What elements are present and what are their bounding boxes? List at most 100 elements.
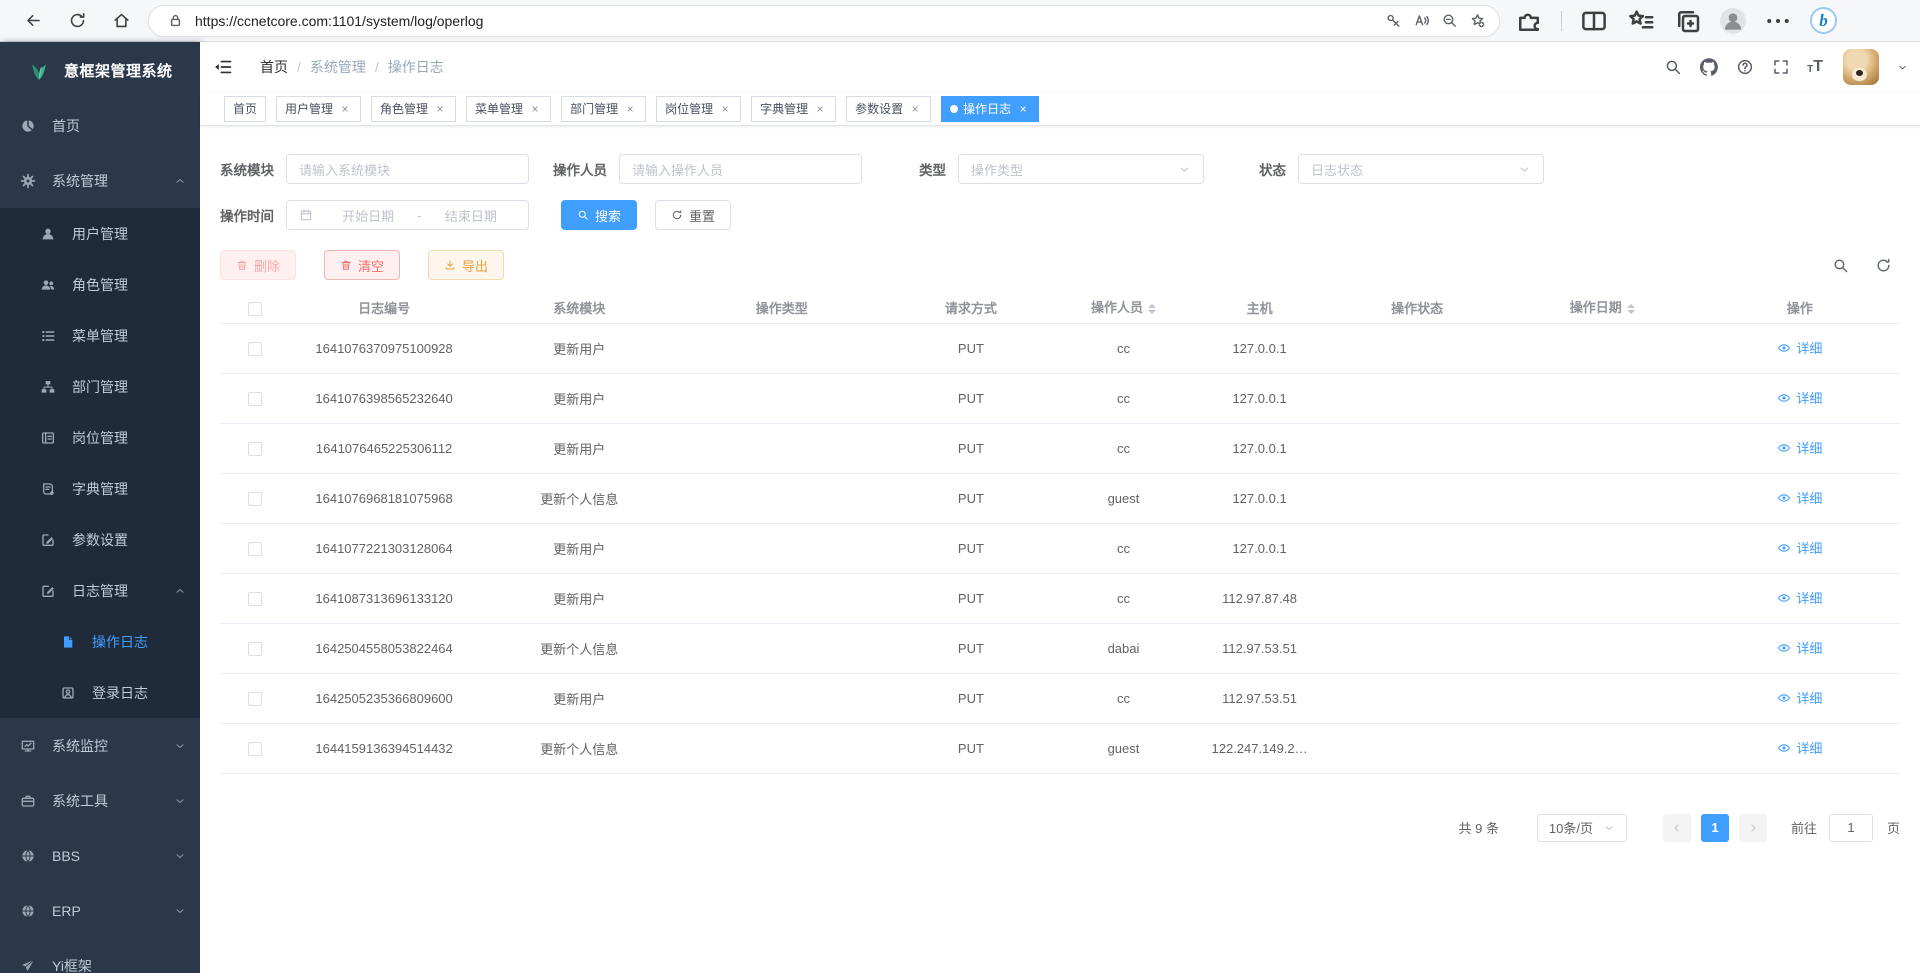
breadcrumb-item[interactable]: 首页 <box>260 57 288 77</box>
detail-link[interactable]: 详细 <box>1777 438 1822 457</box>
detail-link[interactable]: 详细 <box>1777 588 1822 607</box>
sidebar-item-monitor[interactable]: 系统监控 <box>0 718 200 773</box>
row-checkbox[interactable] <box>248 392 262 406</box>
prev-page-button[interactable] <box>1663 814 1691 842</box>
detail-link[interactable]: 详细 <box>1777 338 1822 357</box>
close-tab-icon[interactable]: × <box>338 102 352 116</box>
tab-用户管理[interactable]: 用户管理× <box>276 96 361 122</box>
refresh-table-icon[interactable] <box>1875 257 1892 274</box>
extensions-icon[interactable] <box>1514 6 1544 36</box>
user-avatar[interactable] <box>1843 49 1879 85</box>
operator-input[interactable]: 请输入操作人员 <box>619 154 862 184</box>
row-checkbox[interactable] <box>248 642 262 656</box>
delete-button[interactable]: 删除 <box>220 250 296 280</box>
sidebar-item-system[interactable]: 系统管理 <box>0 153 200 208</box>
split-screen-icon[interactable] <box>1579 6 1609 36</box>
sidebar-item-post[interactable]: 岗位管理 <box>0 412 200 463</box>
search-icon[interactable] <box>1663 57 1683 77</box>
password-key-icon[interactable] <box>1379 7 1407 35</box>
sidebar-item-role[interactable]: 角色管理 <box>0 259 200 310</box>
detail-link[interactable]: 详细 <box>1777 738 1822 757</box>
row-checkbox[interactable] <box>248 542 262 556</box>
sidebar-item-user[interactable]: 用户管理 <box>0 208 200 259</box>
sidebar-item-logmgmt[interactable]: 日志管理 <box>0 565 200 616</box>
browser-profile-icon[interactable] <box>1720 8 1746 34</box>
detail-link[interactable]: 详细 <box>1777 538 1822 557</box>
close-tab-icon[interactable]: × <box>908 102 922 116</box>
sidebar-item-erp[interactable]: ERP <box>0 883 200 938</box>
back-icon[interactable] <box>16 4 50 38</box>
detail-link[interactable]: 详细 <box>1777 388 1822 407</box>
sidebar-item-bbs[interactable]: BBS <box>0 828 200 883</box>
fullscreen-icon[interactable] <box>1771 57 1791 77</box>
close-tab-icon[interactable]: × <box>1016 102 1030 116</box>
close-tab-icon[interactable]: × <box>433 102 447 116</box>
sidebar-item-dept[interactable]: 部门管理 <box>0 361 200 412</box>
read-aloud-icon[interactable] <box>1407 7 1435 35</box>
search-button[interactable]: 搜索 <box>561 200 637 230</box>
module-input[interactable]: 请输入系统模块 <box>286 154 529 184</box>
page-size-select[interactable]: 10条/页 <box>1537 814 1627 842</box>
tab-字典管理[interactable]: 字典管理× <box>751 96 836 122</box>
sidebar-item-menu[interactable]: 菜单管理 <box>0 310 200 361</box>
bing-chat-icon[interactable]: b <box>1810 7 1837 34</box>
sidebar-item-yi[interactable]: Yi框架 <box>0 938 200 973</box>
more-options-icon[interactable] <box>1763 6 1793 36</box>
row-checkbox[interactable] <box>248 742 262 756</box>
select-all-checkbox[interactable] <box>248 302 262 316</box>
sidebar-item-tools[interactable]: 系统工具 <box>0 773 200 828</box>
reset-button[interactable]: 重置 <box>655 200 731 230</box>
page-1-button[interactable]: 1 <box>1701 814 1729 842</box>
avatar-caret-icon[interactable] <box>1897 62 1908 73</box>
tab-菜单管理[interactable]: 菜单管理× <box>466 96 551 122</box>
reload-icon[interactable] <box>60 4 94 38</box>
detail-link[interactable]: 详细 <box>1777 688 1822 707</box>
zoom-out-icon[interactable] <box>1435 7 1463 35</box>
address-bar[interactable]: https://ccnetcore.com:1101/system/log/op… <box>148 5 1500 37</box>
row-checkbox[interactable] <box>248 442 262 456</box>
show-search-icon[interactable] <box>1832 257 1849 274</box>
collections-icon[interactable] <box>1673 6 1703 36</box>
goto-page-input[interactable] <box>1829 814 1873 842</box>
sort-caret-icon[interactable] <box>1148 300 1156 318</box>
lock-icon[interactable] <box>161 7 189 35</box>
github-icon[interactable] <box>1699 57 1719 77</box>
tab-操作日志[interactable]: 操作日志× <box>941 96 1039 122</box>
row-checkbox[interactable] <box>248 492 262 506</box>
row-checkbox[interactable] <box>248 592 262 606</box>
type-select[interactable]: 操作类型 <box>958 154 1204 184</box>
sort-caret-icon[interactable] <box>1627 300 1635 318</box>
sidebar-item-param[interactable]: 参数设置 <box>0 514 200 565</box>
app-logo[interactable]: 意框架管理系统 <box>0 42 200 98</box>
column-header-date[interactable]: 操作日期 <box>1505 293 1700 323</box>
sidebar-item-operlog[interactable]: 操作日志 <box>0 616 200 667</box>
next-page-button[interactable] <box>1739 814 1767 842</box>
tab-部门管理[interactable]: 部门管理× <box>561 96 646 122</box>
row-checkbox[interactable] <box>248 342 262 356</box>
font-size-icon[interactable]: TT <box>1807 59 1823 75</box>
select-all-header[interactable] <box>220 293 289 323</box>
status-select[interactable]: 日志状态 <box>1298 154 1544 184</box>
detail-link[interactable]: 详细 <box>1777 638 1822 657</box>
date-range-input[interactable]: 开始日期 - 结束日期 <box>286 200 529 230</box>
close-tab-icon[interactable]: × <box>623 102 637 116</box>
detail-link[interactable]: 详细 <box>1777 488 1822 507</box>
collapse-sidebar-icon[interactable] <box>213 56 235 78</box>
column-header-operator[interactable]: 操作人员 <box>1057 293 1189 323</box>
help-icon[interactable] <box>1735 57 1755 77</box>
clean-button[interactable]: 清空 <box>324 250 400 280</box>
home-icon[interactable] <box>104 4 138 38</box>
tab-首页[interactable]: 首页 <box>224 96 266 122</box>
close-tab-icon[interactable]: × <box>718 102 732 116</box>
favorites-bar-icon[interactable] <box>1626 6 1656 36</box>
close-tab-icon[interactable]: × <box>813 102 827 116</box>
sidebar-item-loginlog[interactable]: 登录日志 <box>0 667 200 718</box>
export-button[interactable]: 导出 <box>428 250 504 280</box>
tab-岗位管理[interactable]: 岗位管理× <box>656 96 741 122</box>
sidebar-item-dict[interactable]: 字典管理 <box>0 463 200 514</box>
add-favorite-icon[interactable] <box>1463 7 1491 35</box>
sidebar-item-home[interactable]: 首页 <box>0 98 200 153</box>
row-checkbox[interactable] <box>248 692 262 706</box>
tab-角色管理[interactable]: 角色管理× <box>371 96 456 122</box>
tab-参数设置[interactable]: 参数设置× <box>846 96 931 122</box>
